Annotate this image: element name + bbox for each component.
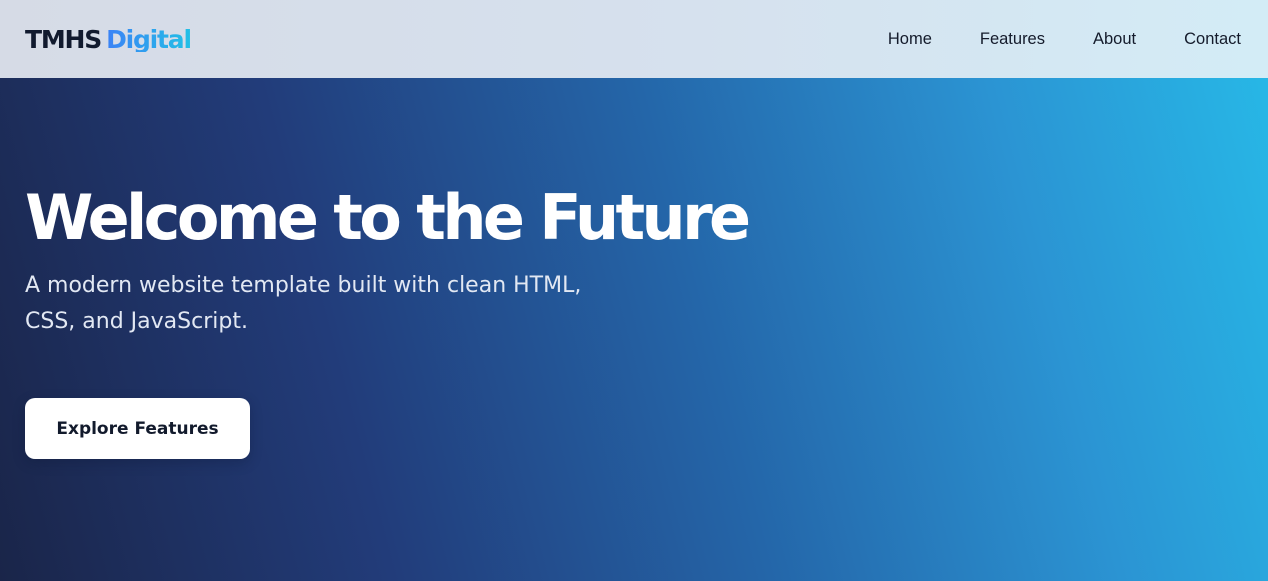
hero-title: Welcome to the Future [25,181,751,254]
logo-accent-text: Digital [106,24,192,54]
nav-link-about[interactable]: About [1093,30,1136,49]
site-logo[interactable]: TMHS Digital [25,24,192,54]
site-header: TMHS Digital Home Features About Contact [0,0,1268,78]
nav-link-contact[interactable]: Contact [1184,30,1241,49]
hero-section: Welcome to the Future A modern website t… [0,78,1268,581]
main-nav: Home Features About Contact [888,30,1241,49]
hero-content: Welcome to the Future A modern website t… [25,181,785,459]
hero-subtitle: A modern website template built with cle… [25,273,582,335]
logo-brand-text: TMHS [25,24,102,54]
explore-features-button[interactable]: Explore Features [25,398,250,459]
nav-link-features[interactable]: Features [980,30,1045,49]
nav-link-home[interactable]: Home [888,30,932,49]
